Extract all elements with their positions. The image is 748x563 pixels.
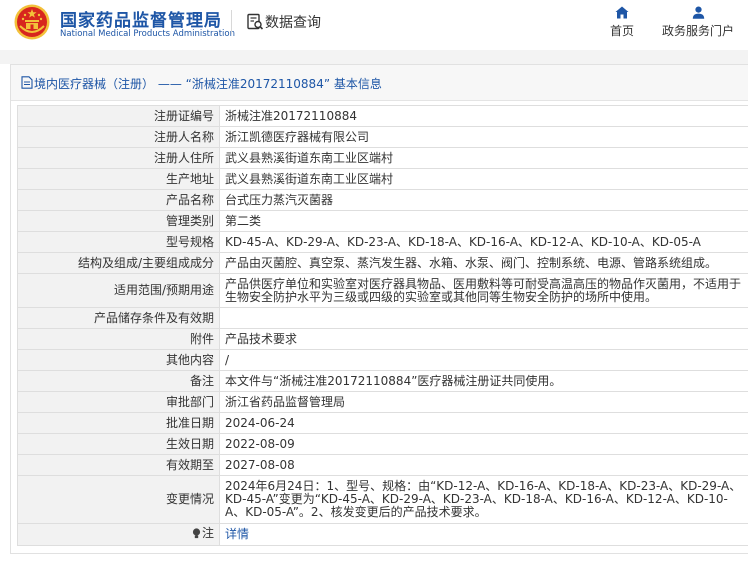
field-label: 管理类别 bbox=[17, 210, 220, 232]
info-row: 生产地址 武义县熟溪街道东南工业区端村 bbox=[17, 168, 748, 190]
field-label: 审批部门 bbox=[17, 391, 220, 413]
field-label: 结构及组成/主要组成成分 bbox=[17, 252, 220, 274]
info-row: 生效日期 2022-08-09 bbox=[17, 433, 748, 455]
info-row: 型号规格 KD-45-A、KD-29-A、KD-23-A、KD-18-A、KD-1… bbox=[17, 231, 748, 253]
field-label: 产品名称 bbox=[17, 189, 220, 211]
field-label: 生效日期 bbox=[17, 433, 220, 455]
field-label: 产品储存条件及有效期 bbox=[17, 307, 220, 329]
field-value: / bbox=[219, 349, 748, 371]
nav-home[interactable]: 首页 bbox=[606, 6, 638, 39]
detail-panel: 境内医疗器械（注册） —— “浙械注准20172110884” 基本信息 注册证… bbox=[10, 64, 748, 554]
top-header: 国家药品监督管理局 National Medical Products Admi… bbox=[0, 0, 748, 50]
field-value-text: 本文件与“浙械注准20172110884”医疗器械注册证共同使用。 bbox=[225, 373, 562, 388]
field-value-text: 浙械注准20172110884 bbox=[225, 108, 357, 123]
info-row: 结构及组成/主要组成成分 产品由灭菌腔、真空泵、蒸汽发生器、水箱、水泵、阀门、控制… bbox=[17, 252, 748, 274]
field-value: 2024年6月24日：1、型号、规格：由“KD-12-A、KD-16-A、KD-… bbox=[219, 475, 748, 524]
info-row: 适用范围/预期用途 产品供医疗单位和实验室对医疗器具物品、医用敷料等可耐受高温高压… bbox=[17, 273, 748, 308]
info-row: 管理类别 第二类 bbox=[17, 210, 748, 232]
field-value-text: 2024年6月24日：1、型号、规格：由“KD-12-A、KD-16-A、KD-… bbox=[225, 479, 742, 519]
info-row: 注册人住所 武义县熟溪街道东南工业区端村 bbox=[17, 147, 748, 169]
field-value: 第二类 bbox=[219, 210, 748, 232]
panel-title: 境内医疗器械（注册） —— “浙械注准20172110884” 基本信息 bbox=[34, 77, 382, 91]
field-value: 2022-08-09 bbox=[219, 433, 748, 455]
info-row: 备注 本文件与“浙械注准20172110884”医疗器械注册证共同使用。 bbox=[17, 370, 748, 392]
field-value: 产品由灭菌腔、真空泵、蒸汽发生器、水箱、水泵、阀门、控制系统、电源、管路系统组成… bbox=[219, 252, 748, 274]
field-label: 批准日期 bbox=[17, 412, 220, 434]
nav-gov-service-portal[interactable]: 政务服务门户 bbox=[656, 6, 740, 39]
field-label: 生产地址 bbox=[17, 168, 220, 190]
field-value: 产品供医疗单位和实验室对医疗器具物品、医用敷料等可耐受高温高压的物品作灭菌用，不… bbox=[219, 273, 748, 308]
field-value-text: 产品供医疗单位和实验室对医疗器具物品、医用敷料等可耐受高温高压的物品作灭菌用，不… bbox=[225, 276, 742, 304]
field-value: 产品技术要求 bbox=[219, 328, 748, 350]
field-label: 注册证编号 bbox=[17, 105, 220, 127]
header-separator bbox=[0, 50, 748, 64]
field-value-text: 2027-08-08 bbox=[225, 457, 295, 472]
field-label: 适用范围/预期用途 bbox=[17, 273, 220, 308]
field-label: 型号规格 bbox=[17, 231, 220, 253]
field-value: 武义县熟溪街道东南工业区端村 bbox=[219, 147, 748, 169]
note-label: 注 bbox=[201, 526, 214, 540]
field-label: 变更情况 bbox=[17, 475, 220, 524]
brand-name-en: National Medical Products Administration bbox=[60, 29, 235, 39]
field-value: 浙江凯德医疗器械有限公司 bbox=[219, 126, 748, 148]
user-icon bbox=[692, 6, 704, 19]
note-value-cell: 详情 bbox=[219, 523, 748, 546]
field-value-text: 浙江省药品监督管理局 bbox=[225, 394, 346, 409]
brand-name-cn: 国家药品监督管理局 bbox=[60, 11, 222, 31]
details-link[interactable]: 详情 bbox=[225, 528, 743, 541]
info-row: 附件 产品技术要求 bbox=[17, 328, 748, 350]
field-value-text: 武义县熟溪街道东南工业区端村 bbox=[225, 171, 394, 186]
field-label: 有效期至 bbox=[17, 454, 220, 476]
field-value-text: 2022-08-09 bbox=[225, 436, 295, 451]
field-value: 武义县熟溪街道东南工业区端村 bbox=[219, 168, 748, 190]
field-value: 本文件与“浙械注准20172110884”医疗器械注册证共同使用。 bbox=[219, 370, 748, 392]
field-value-text: 浙江凯德医疗器械有限公司 bbox=[225, 129, 370, 144]
header-divider bbox=[231, 10, 232, 34]
field-value-text: 产品由灭菌腔、真空泵、蒸汽发生器、水箱、水泵、阀门、控制系统、电源、管路系统组成… bbox=[225, 255, 718, 270]
field-label: 注册人名称 bbox=[17, 126, 220, 148]
info-row: 变更情况 2024年6月24日：1、型号、规格：由“KD-12-A、KD-16-A… bbox=[17, 475, 748, 524]
panel-header: 境内医疗器械（注册） —— “浙械注准20172110884” 基本信息 bbox=[11, 65, 748, 101]
info-row: 注册证编号 浙械注准20172110884 bbox=[17, 105, 748, 127]
info-row: 批准日期 2024-06-24 bbox=[17, 412, 748, 434]
field-value-text: / bbox=[225, 352, 230, 367]
field-label: 备注 bbox=[17, 370, 220, 392]
registration-info-table: 注册证编号 浙械注准20172110884 注册人名称 浙江凯德医疗器械有限公司 注册人… bbox=[17, 105, 748, 546]
info-row: 有效期至 2027-08-08 bbox=[17, 454, 748, 476]
info-row: 注册人名称 浙江凯德医疗器械有限公司 bbox=[17, 126, 748, 148]
bulb-icon bbox=[192, 528, 201, 539]
nav-gov-label: 政务服务门户 bbox=[661, 24, 734, 38]
field-value-text: 第二类 bbox=[225, 213, 262, 228]
field-value: 浙械注准20172110884 bbox=[219, 105, 748, 127]
field-value-text: KD-45-A、KD-29-A、KD-23-A、KD-18-A、KD-16-A、… bbox=[225, 234, 701, 249]
data-query-icon bbox=[247, 13, 264, 30]
note-row: 注详情 bbox=[17, 523, 748, 546]
note-label-cell: 注 bbox=[17, 523, 220, 546]
field-value: KD-45-A、KD-29-A、KD-23-A、KD-18-A、KD-16-A、… bbox=[219, 231, 748, 253]
field-value bbox=[219, 307, 748, 329]
home-icon bbox=[615, 6, 629, 19]
field-value: 2024-06-24 bbox=[219, 412, 748, 434]
field-value-text: 武义县熟溪街道东南工业区端村 bbox=[225, 150, 394, 165]
field-value: 台式压力蒸汽灭菌器 bbox=[219, 189, 748, 211]
field-value-text: 产品技术要求 bbox=[225, 331, 298, 346]
data-query-title: 数据查询 bbox=[265, 15, 321, 31]
info-row: 其他内容 / bbox=[17, 349, 748, 371]
field-value-text: 2024-06-24 bbox=[225, 415, 295, 430]
field-value: 浙江省药品监督管理局 bbox=[219, 391, 748, 413]
info-row: 审批部门 浙江省药品监督管理局 bbox=[17, 391, 748, 413]
info-row: 产品名称 台式压力蒸汽灭菌器 bbox=[17, 189, 748, 211]
field-value: 2027-08-08 bbox=[219, 454, 748, 476]
document-icon bbox=[21, 76, 33, 89]
national-emblem-logo[interactable] bbox=[14, 4, 50, 40]
field-value-text: 台式压力蒸汽灭菌器 bbox=[225, 192, 334, 207]
info-row: 产品储存条件及有效期 bbox=[17, 307, 748, 329]
field-label: 注册人住所 bbox=[17, 147, 220, 169]
field-label: 附件 bbox=[17, 328, 220, 350]
nav-home-label: 首页 bbox=[609, 24, 634, 38]
field-label: 其他内容 bbox=[17, 349, 220, 371]
